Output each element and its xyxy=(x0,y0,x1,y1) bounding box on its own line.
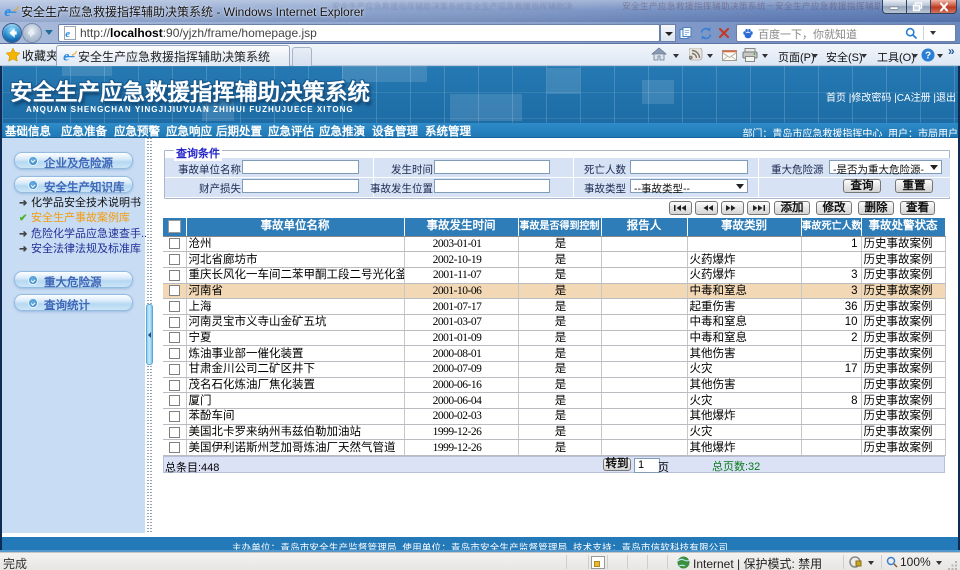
svg-text:?: ? xyxy=(925,51,931,62)
svg-text:e: e xyxy=(63,48,69,63)
svg-text:e: e xyxy=(65,28,70,40)
